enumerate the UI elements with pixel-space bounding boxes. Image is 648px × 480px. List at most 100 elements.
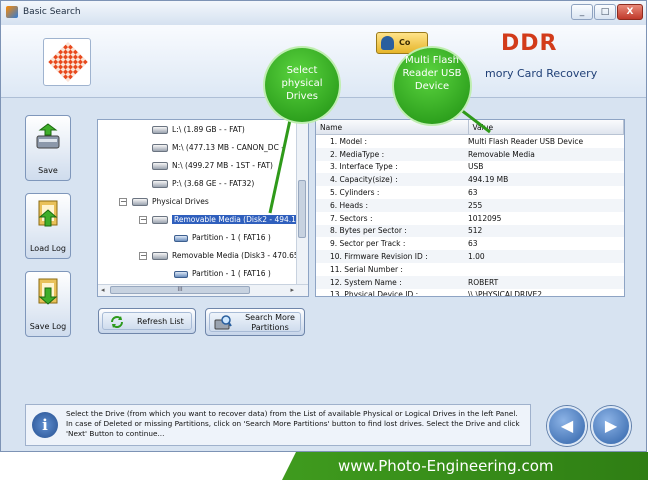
load-log-label: Load Log bbox=[29, 244, 67, 253]
property-name: 2. MediaType : bbox=[316, 147, 468, 161]
tree-item-drive-p[interactable]: P:\ (3.68 GE - - FAT32) bbox=[152, 177, 254, 191]
property-value: ROBERT bbox=[468, 275, 624, 289]
info-icon: i bbox=[32, 412, 58, 438]
tree-item-drive-l[interactable]: L:\ (1.89 GB - - FAT) bbox=[152, 123, 245, 137]
drive-icon bbox=[152, 144, 168, 152]
drive-p-label: P:\ (3.68 GE - - FAT32) bbox=[172, 179, 255, 188]
tree-hscroll-thumb[interactable]: III bbox=[110, 286, 250, 294]
app-icon bbox=[6, 6, 18, 18]
table-row[interactable]: 9. Sector per Track : 63 bbox=[316, 237, 624, 250]
tree-item-media2-partition[interactable]: Partition - 1 ( FAT16 ) bbox=[174, 267, 271, 281]
tree-item-media1-partition[interactable]: Partition - 1 ( FAT16 ) bbox=[174, 231, 271, 245]
save-log-icon bbox=[38, 278, 58, 305]
footer-banner: www.Photo-Engineering.com bbox=[282, 452, 648, 480]
drive-icon bbox=[152, 216, 168, 224]
property-value: 255 bbox=[468, 198, 624, 212]
refresh-list-label: Refresh List bbox=[137, 317, 184, 326]
title-bar: Basic Search _ □ X bbox=[1, 1, 646, 26]
table-row[interactable]: 13. Physical Device ID : \\.\PHYSICALDRIV… bbox=[316, 289, 624, 297]
column-name-header[interactable]: Name bbox=[316, 120, 469, 135]
search-more-label: Search More Partitions bbox=[245, 313, 295, 332]
property-name: 4. Capacity(size) : bbox=[316, 173, 468, 187]
media2-partition-label: Partition - 1 ( FAT16 ) bbox=[192, 269, 271, 278]
drive-icon bbox=[152, 180, 168, 188]
tree-vscroll-thumb[interactable] bbox=[298, 180, 306, 238]
property-name: 13. Physical Device ID : bbox=[330, 290, 419, 297]
contact-label: Co bbox=[399, 38, 411, 47]
property-name: 7. Sectors : bbox=[330, 213, 373, 223]
media2-label: Removable Media (Disk3 - 470.65 bbox=[172, 251, 299, 260]
media1-label: Removable Media (Disk2 - 494.19 bbox=[172, 215, 303, 224]
maximize-button[interactable]: □ bbox=[594, 4, 616, 20]
table-row[interactable]: 11. Serial Number : bbox=[316, 263, 624, 276]
property-name: 12. System Name : bbox=[316, 275, 468, 289]
drive-icon bbox=[152, 252, 168, 260]
partition-icon bbox=[174, 270, 188, 278]
save-button[interactable]: Save bbox=[25, 115, 71, 181]
drive-tree-panel[interactable]: L:\ (1.89 GB - - FAT) M:\ (477.13 MB - C… bbox=[97, 119, 309, 297]
property-name: 9. Sector per Track : bbox=[330, 239, 406, 249]
column-value-header[interactable]: Value bbox=[468, 120, 624, 135]
tree-item-drive-n[interactable]: N:\ (499.27 MB - 1ST - FAT) bbox=[152, 159, 273, 173]
table-row[interactable]: 7. Sectors : 1012095 bbox=[316, 212, 624, 225]
collapse-physical-icon[interactable]: − bbox=[119, 198, 127, 206]
property-value: Multi Flash Reader USB Device bbox=[468, 136, 584, 146]
load-log-button[interactable]: Load Log bbox=[25, 193, 71, 259]
tree-item-media1[interactable]: Removable Media (Disk2 - 494.19 bbox=[152, 213, 303, 227]
scroll-right-icon[interactable]: ▸ bbox=[290, 286, 294, 294]
footer-url: www.Photo-Engineering.com bbox=[338, 457, 554, 475]
minimize-button[interactable]: _ bbox=[571, 4, 593, 20]
property-value: 1.00 bbox=[468, 250, 624, 263]
scroll-left-icon[interactable]: ◂ bbox=[101, 286, 105, 294]
product-subtitle: mory Card Recovery bbox=[485, 67, 598, 80]
callout-select-drives: Select physical Drives bbox=[265, 48, 339, 122]
tree-item-media2[interactable]: Removable Media (Disk3 - 470.65 bbox=[152, 249, 299, 263]
refresh-list-button[interactable]: Refresh List bbox=[98, 308, 196, 334]
tree-item-physical-drives[interactable]: Physical Drives bbox=[132, 195, 209, 209]
collapse-media1-icon[interactable]: − bbox=[139, 216, 147, 224]
close-button[interactable]: X bbox=[617, 4, 643, 20]
collapse-media2-icon[interactable]: − bbox=[139, 252, 147, 260]
next-button[interactable]: ▶ bbox=[591, 406, 631, 446]
table-row[interactable]: 8. Bytes per Sector :512 bbox=[316, 224, 624, 238]
drive-icon bbox=[132, 198, 148, 206]
property-value: 63 bbox=[468, 239, 478, 249]
window-title: Basic Search bbox=[23, 7, 81, 17]
property-value: \\.\PHYSICALDRIVE2 bbox=[468, 290, 543, 297]
properties-table: Name Value 1. Model : Multi Flash Reader … bbox=[316, 120, 624, 297]
back-button[interactable]: ◀ bbox=[547, 406, 587, 446]
property-value: 1012095 bbox=[468, 213, 502, 223]
physical-drives-label: Physical Drives bbox=[152, 197, 209, 206]
drive-l-label: L:\ (1.89 GB - - FAT) bbox=[172, 125, 245, 134]
callout-select-drives-text: Select physical Drives bbox=[281, 65, 323, 102]
tree-vertical-scrollbar[interactable] bbox=[296, 120, 308, 296]
property-name: 5. Cylinders : bbox=[330, 188, 380, 198]
table-row[interactable]: 2. MediaType : Removable Media bbox=[316, 147, 624, 161]
person-icon bbox=[381, 36, 394, 50]
property-name: 11. Serial Number : bbox=[330, 264, 403, 274]
table-row[interactable]: 3. Interface Type : USB bbox=[316, 161, 624, 174]
app-logo bbox=[43, 38, 91, 86]
table-row[interactable]: 4. Capacity(size) :494.19 MB bbox=[316, 173, 624, 187]
save-drive-icon bbox=[36, 123, 60, 149]
table-row[interactable]: 1. Model : Multi Flash Reader USB Device bbox=[316, 135, 624, 148]
property-name: 6. Heads : bbox=[316, 198, 468, 212]
drive-properties-panel: Name Value 1. Model : Multi Flash Reader … bbox=[315, 119, 625, 297]
search-more-partitions-button[interactable]: Search More Partitions bbox=[205, 308, 305, 336]
table-row[interactable]: 6. Heads :255 bbox=[316, 198, 624, 212]
partition-icon bbox=[174, 234, 188, 242]
search-partitions-icon bbox=[214, 315, 232, 330]
callout-usb-device: Multi Flash Reader USB Device bbox=[394, 48, 470, 124]
load-log-icon bbox=[38, 200, 58, 227]
save-log-button[interactable]: Save Log bbox=[25, 271, 71, 337]
properties-header-row: Name Value bbox=[316, 120, 624, 135]
table-row[interactable]: 12. System Name : ROBERT bbox=[316, 275, 624, 289]
tree-horizontal-scrollbar[interactable]: ◂ III ▸ bbox=[98, 284, 308, 296]
table-row[interactable]: 10. Firmware Revision ID :1.00 bbox=[316, 250, 624, 263]
drive-icon bbox=[152, 162, 168, 170]
brand-name: DDR bbox=[501, 31, 558, 56]
media1-partition-label: Partition - 1 ( FAT16 ) bbox=[192, 233, 271, 242]
logo-pattern-icon bbox=[48, 42, 88, 82]
table-row[interactable]: 5. Cylinders : 63 bbox=[316, 186, 624, 199]
tree-item-drive-m[interactable]: M:\ (477.13 MB - CANON_DC - bbox=[152, 141, 284, 155]
